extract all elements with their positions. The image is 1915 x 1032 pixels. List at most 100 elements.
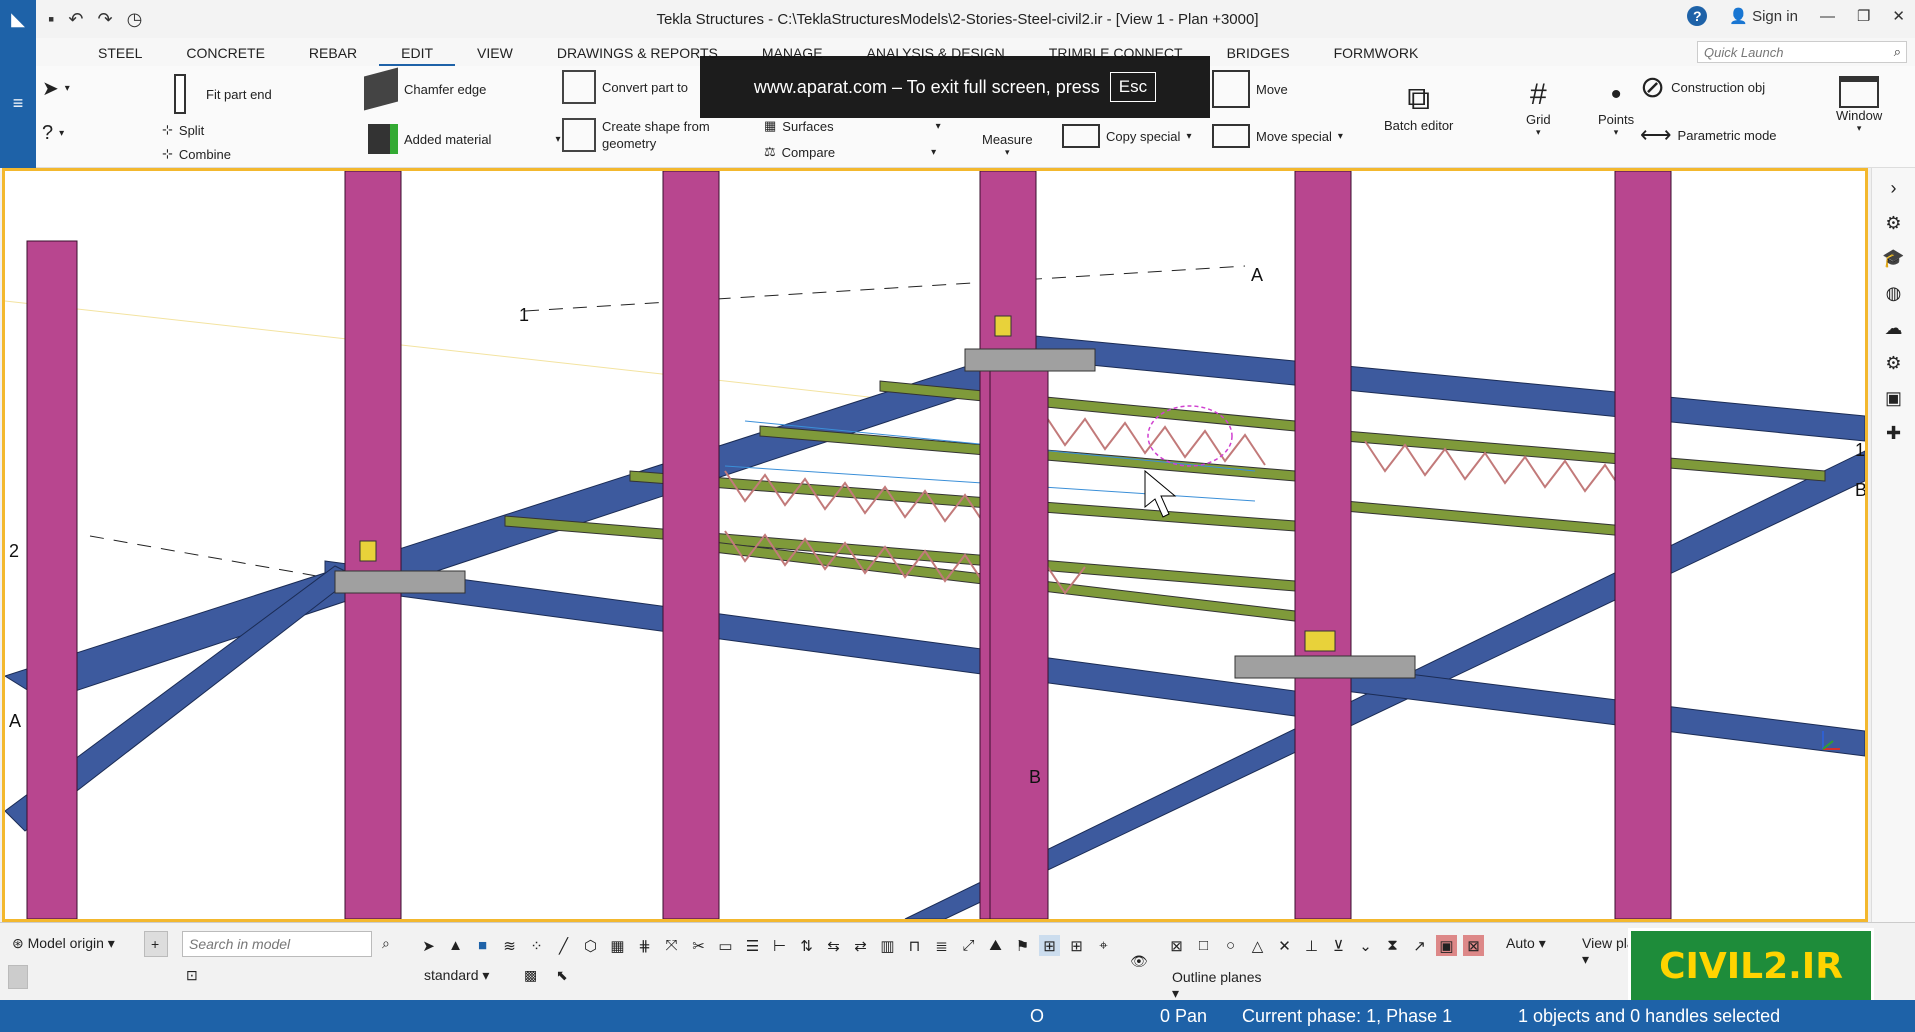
batch-editor-button[interactable]: ⧉ Batch editor bbox=[1384, 80, 1453, 133]
globe-icon[interactable]: ◍ bbox=[1886, 283, 1902, 304]
chamfer-edge-button[interactable]: Chamfer edge bbox=[364, 67, 486, 111]
tab-view[interactable]: VIEW bbox=[455, 38, 535, 66]
side-menu-button[interactable]: ≡ bbox=[0, 38, 36, 168]
quick-launch-input[interactable]: Quick Launch ⌕ bbox=[1697, 41, 1907, 63]
snap-midpoint-icon[interactable]: △ bbox=[1247, 935, 1268, 956]
search-model-input[interactable]: Search in model bbox=[182, 931, 372, 957]
select-dimension-icon[interactable]: ⊢ bbox=[769, 935, 790, 956]
minimize-icon[interactable]: — bbox=[1820, 8, 1835, 25]
tekla-logo-icon[interactable]: ◣ bbox=[0, 0, 36, 38]
select-layer-icon[interactable]: ≣ bbox=[931, 935, 952, 956]
select-parts-icon[interactable]: ▲ bbox=[445, 935, 466, 956]
tab-rebar[interactable]: REBAR bbox=[287, 38, 379, 66]
zoom-selected-icon[interactable]: ⊡ bbox=[186, 967, 198, 984]
undo-icon[interactable]: ↶ bbox=[68, 9, 83, 30]
snap-any-icon[interactable]: ⧗ bbox=[1382, 935, 1403, 956]
inquire-tool-button[interactable]: ? ▾ bbox=[42, 122, 64, 145]
select-component-icon[interactable]: ⬡ bbox=[580, 935, 601, 956]
parametric-mode-button[interactable]: ⟷ Parametric mode bbox=[1640, 122, 1777, 148]
help-icon[interactable]: ? bbox=[1687, 6, 1708, 26]
snap-perpendicular-icon[interactable]: ⊥ bbox=[1301, 935, 1322, 956]
outline-planes-dropdown[interactable]: Outline planes ▾ bbox=[1166, 965, 1276, 1001]
chevron-right-icon[interactable]: › bbox=[1891, 178, 1897, 199]
fit-part-end-button[interactable]: Fit part end bbox=[174, 74, 272, 114]
construction-objects-button[interactable]: ⊘ Construction obj bbox=[1640, 70, 1765, 105]
add-origin-button[interactable]: + bbox=[144, 931, 168, 957]
select-line-icon[interactable]: ╱ bbox=[553, 935, 574, 956]
applications-icon[interactable]: ✚ bbox=[1886, 423, 1901, 444]
redo-icon[interactable]: ↷ bbox=[97, 9, 112, 30]
search-model-icon[interactable]: ⌕ bbox=[382, 935, 390, 952]
select-rebar-icon[interactable]: ⇄ bbox=[850, 935, 871, 956]
select-surface-icon[interactable]: ■ bbox=[472, 935, 493, 956]
select-zoom-icon[interactable]: ⌖ bbox=[1093, 935, 1114, 956]
tab-edit[interactable]: EDIT bbox=[379, 38, 456, 66]
snap-line-extension-icon[interactable]: ⊻ bbox=[1328, 935, 1349, 956]
select-measure-icon[interactable]: ⤢ bbox=[958, 935, 979, 956]
select-bolts-icon[interactable]: ⤧ bbox=[661, 935, 682, 956]
selection-filter-dropdown[interactable]: standard ▾ bbox=[418, 963, 508, 989]
select-nested-2-icon[interactable]: ⊞ bbox=[1066, 935, 1087, 956]
close-icon[interactable]: ✕ bbox=[1892, 7, 1905, 25]
select-welds-icon[interactable]: ≋ bbox=[499, 935, 520, 956]
surfaces-button[interactable]: ▦ Surfaces ▾ bbox=[764, 118, 941, 134]
snap-override-icon[interactable]: ▣ bbox=[1436, 935, 1457, 956]
select-grid-lines-icon[interactable]: ⋕ bbox=[634, 935, 655, 956]
select-assembly-icon[interactable]: ⇅ bbox=[796, 935, 817, 956]
snap-reference-icon[interactable]: ⊠ bbox=[1166, 935, 1187, 956]
title-right-controls: ? 👤 Sign in — ❐ ✕ bbox=[1687, 6, 1905, 26]
select-opening-icon[interactable]: ⊓ bbox=[904, 935, 925, 956]
create-shape-button[interactable]: Create shape from geometry bbox=[562, 118, 710, 152]
lock-icon[interactable] bbox=[8, 965, 28, 989]
restore-icon[interactable]: ❐ bbox=[1857, 7, 1870, 25]
select-picture-icon[interactable]: ⛰ bbox=[985, 935, 1006, 956]
sign-in-link[interactable]: 👤 Sign in bbox=[1729, 7, 1798, 25]
snap-depth-dropdown[interactable]: Auto ▾ bbox=[1500, 931, 1556, 957]
properties-icon[interactable]: ⚙ bbox=[1885, 213, 1901, 234]
measure-button[interactable]: Measure ▾ bbox=[982, 132, 1033, 158]
tab-concrete[interactable]: CONCRETE bbox=[164, 38, 287, 66]
select-cast-unit-icon[interactable]: ⇆ bbox=[823, 935, 844, 956]
visibility-eye-icon[interactable]: 👁 bbox=[1130, 953, 1148, 970]
snap-geometry-icon[interactable]: □ bbox=[1193, 935, 1214, 956]
copy-special-button[interactable]: Copy special ▾ bbox=[1062, 124, 1191, 148]
combine-button[interactable]: ⊹ Combine bbox=[162, 146, 231, 162]
component-icon[interactable]: ▣ bbox=[1885, 388, 1902, 409]
cloud-icon[interactable]: ☁ bbox=[1885, 318, 1903, 339]
select-points-icon[interactable]: ⁘ bbox=[526, 935, 547, 956]
filter-pattern-icon[interactable]: ▩ bbox=[524, 967, 537, 984]
snap-nearest-icon[interactable]: ⌄ bbox=[1355, 935, 1376, 956]
tab-formwork[interactable]: FORMWORK bbox=[1312, 38, 1441, 66]
select-all-icon[interactable]: ➤ bbox=[418, 935, 439, 956]
select-tool-button[interactable]: ➤ ▾ bbox=[42, 76, 70, 101]
tab-steel[interactable]: STEEL bbox=[36, 38, 164, 66]
select-grid-icon[interactable]: ▦ bbox=[607, 935, 628, 956]
learning-icon[interactable]: 🎓 bbox=[1882, 248, 1904, 269]
settings-icon[interactable]: ⚙ bbox=[1885, 353, 1901, 374]
snap-center-icon[interactable]: ○ bbox=[1220, 935, 1241, 956]
compare-button[interactable]: ⚖ Compare ▾ bbox=[764, 144, 936, 160]
move-button[interactable]: Move bbox=[1212, 70, 1288, 108]
save-icon[interactable]: ▪ bbox=[48, 9, 54, 30]
status-phase[interactable]: Current phase: 1, Phase 1 bbox=[1242, 1006, 1452, 1027]
snap-free-icon[interactable]: ↗ bbox=[1409, 935, 1430, 956]
added-material-button[interactable]: Added material ▾ bbox=[368, 124, 560, 154]
select-nested-icon[interactable]: ⊞ bbox=[1039, 935, 1060, 956]
model-view-3d[interactable]: A 1 2 A B B 1 bbox=[2, 168, 1868, 922]
convert-part-button[interactable]: Convert part to bbox=[562, 70, 688, 104]
window-button[interactable]: Window ▾ bbox=[1836, 76, 1882, 134]
select-pour-icon[interactable]: ▥ bbox=[877, 935, 898, 956]
grid-button[interactable]: # Grid ▾ bbox=[1526, 78, 1551, 138]
snap-override-2-icon[interactable]: ⊠ bbox=[1463, 935, 1484, 956]
points-button[interactable]: • Points ▾ bbox=[1598, 78, 1634, 138]
select-reference-icon[interactable]: ☰ bbox=[742, 935, 763, 956]
snap-intersection-icon[interactable]: ✕ bbox=[1274, 935, 1295, 956]
select-views-icon[interactable]: ▭ bbox=[715, 935, 736, 956]
split-button[interactable]: ⊹ Split bbox=[162, 122, 204, 138]
select-marker-icon[interactable]: ⚑ bbox=[1012, 935, 1033, 956]
select-cut-icon[interactable]: ✂ bbox=[688, 935, 709, 956]
history-icon[interactable]: ◷ bbox=[127, 9, 143, 30]
move-special-button[interactable]: Move special ▾ bbox=[1212, 124, 1343, 148]
tab-bridges[interactable]: BRIDGES bbox=[1205, 38, 1312, 66]
filter-pointer-icon[interactable]: ⬉ bbox=[556, 967, 568, 984]
